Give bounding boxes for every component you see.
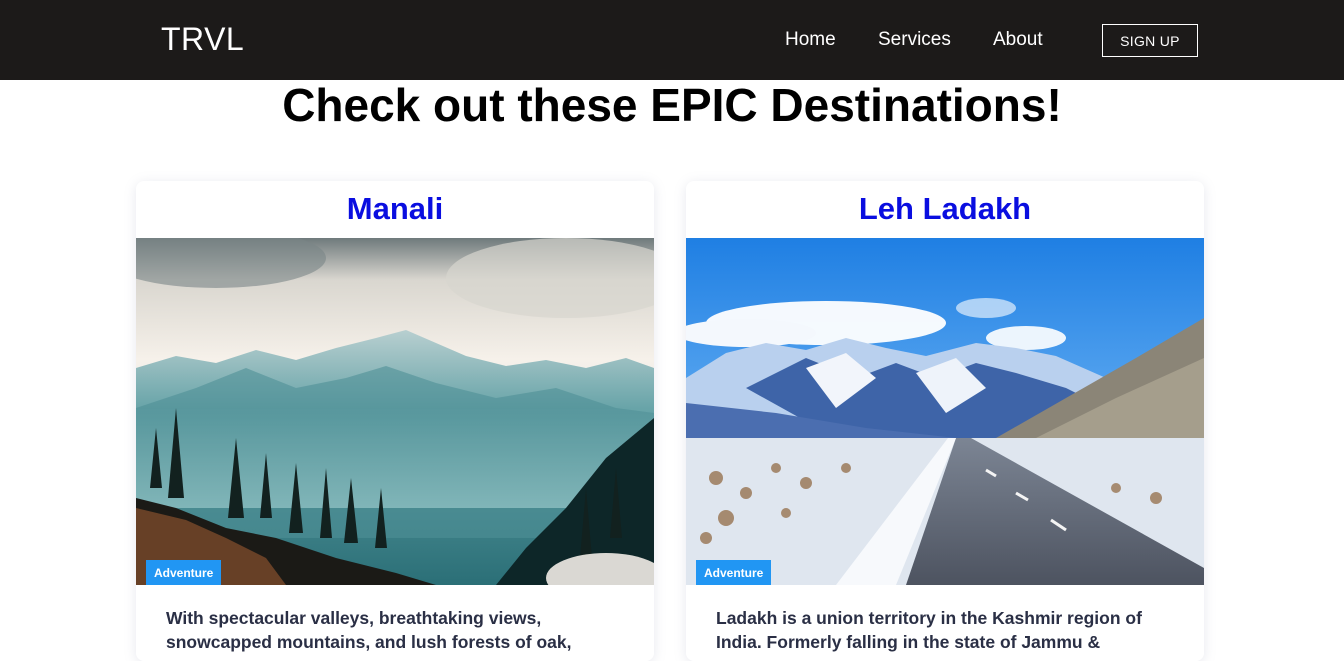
destination-card-manali[interactable]: Manali Adventure With spectacular valley… [136, 181, 654, 661]
navbar: TRVL Home Services About SIGN UP [0, 0, 1344, 80]
destination-card-leh-ladakh[interactable]: Leh Ladakh Adventure Ladakh is a union t… [686, 181, 1204, 661]
page-title: Check out these EPIC Destinations! [282, 79, 1062, 131]
card-title: Manali [346, 191, 444, 226]
card-description: Ladakh is a union territory in the Kashm… [716, 608, 1142, 652]
category-badge: Adventure [146, 560, 222, 585]
category-badge: Adventure [696, 560, 772, 585]
nav-link-home[interactable]: Home [785, 29, 836, 51]
nav-link-services[interactable]: Services [878, 29, 951, 51]
mountain-road-snow-photo: Adventure [686, 238, 1204, 585]
nav-link-about[interactable]: About [993, 29, 1043, 51]
card-description: With spectacular valleys, breathtaking v… [166, 608, 572, 652]
snowy-mountain-forest-photo: Adventure [136, 238, 654, 585]
logo[interactable]: TRVL [161, 21, 244, 58]
sign-up-button[interactable]: SIGN UP [1102, 24, 1198, 57]
card-title: Leh Ladakh [858, 191, 1032, 226]
